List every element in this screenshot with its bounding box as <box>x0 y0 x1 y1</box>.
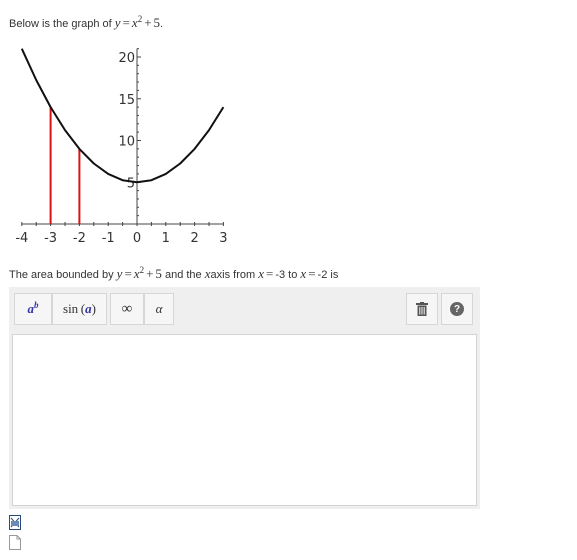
sin-button[interactable]: sin (a) <box>52 293 107 325</box>
superscript-button[interactable]: ab <box>14 293 52 325</box>
x-tick-label: 1 <box>162 231 170 246</box>
x-tick-label: -2 <box>73 231 86 246</box>
alpha-button[interactable]: α <box>144 293 174 325</box>
trash-button[interactable] <box>406 293 438 325</box>
trash-icon <box>416 302 428 316</box>
document-file-icon[interactable] <box>9 535 21 550</box>
y-tick-label: 20 <box>118 51 135 66</box>
x-tick-label: -3 <box>44 231 57 246</box>
editor-toolbar: ab sin (a) ∞ α ? <box>9 287 480 331</box>
x-tick-label: 2 <box>190 231 198 246</box>
y-tick-label: 5 <box>127 176 135 191</box>
function-graph: -4 -3 -2 -1 0 1 2 3 5 10 15 20 <box>15 48 228 246</box>
help-button[interactable]: ? <box>441 293 473 325</box>
question-text: The area bounded by y = x2 +5 and the xaxis… <box>9 265 339 281</box>
intro-prefix: Below is the graph of <box>9 18 112 30</box>
image-file-icon[interactable] <box>9 515 21 530</box>
answer-input-area[interactable] <box>12 334 477 506</box>
math-answer-editor: ab sin (a) ∞ α ? <box>9 287 480 509</box>
superscript-icon: ab <box>27 300 39 316</box>
function-curve <box>20 48 225 184</box>
x-tick-label: 0 <box>133 231 141 246</box>
x-tick-label: -4 <box>15 231 28 246</box>
y-tick-label: 15 <box>118 93 135 108</box>
help-icon: ? <box>450 302 464 316</box>
infinity-button[interactable]: ∞ <box>110 293 144 325</box>
intro-text: Below is the graph of y = x2 +5. <box>9 14 164 30</box>
y-tick-label: 10 <box>118 135 135 150</box>
x-tick-label: -1 <box>102 231 115 246</box>
x-tick-label: 3 <box>219 231 227 246</box>
intro-equation: y = x2 +5 <box>114 14 161 30</box>
